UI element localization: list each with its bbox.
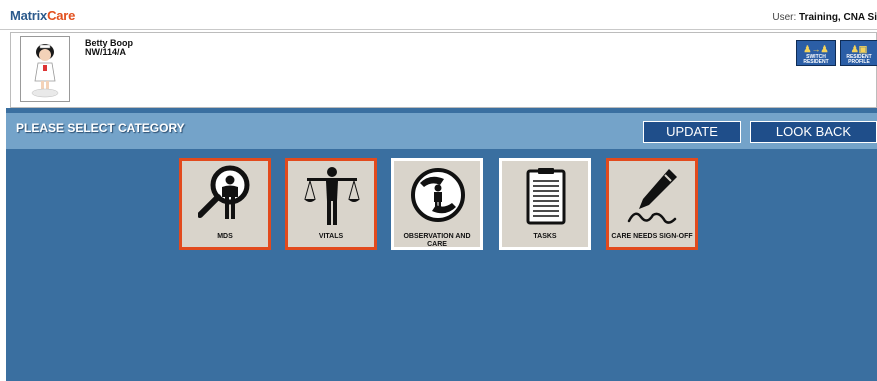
look-back-button[interactable]: LOOK BACK bbox=[750, 121, 877, 143]
resident-room: NW/114/A bbox=[85, 47, 127, 57]
resident-profile-button[interactable]: ♟▣ RESIDENT PROFILE bbox=[840, 40, 877, 66]
logo-text-matrix: Matrix bbox=[10, 8, 48, 23]
user-name: Training, CNA Si bbox=[799, 12, 877, 23]
resident-profile-icon: ♟▣ bbox=[850, 44, 868, 54]
tile-mds-label: MDS bbox=[217, 233, 233, 240]
matrixcare-logo: MatrixCare bbox=[10, 8, 75, 23]
hands-person-icon bbox=[411, 168, 465, 222]
main-panel: PLEASE SELECT CATEGORY UPDATE LOOK BACK … bbox=[6, 108, 877, 381]
resident-photo bbox=[20, 36, 70, 102]
tile-tasks[interactable]: TASKS bbox=[499, 158, 591, 250]
current-user: User: Training, CNA Si bbox=[772, 12, 877, 23]
tile-vitals[interactable]: VITALS bbox=[285, 158, 377, 250]
tile-vitals-label: VITALS bbox=[318, 233, 344, 240]
switch-resident-icon: ♟→♟ bbox=[803, 44, 829, 54]
resident-avatar-icon bbox=[31, 44, 59, 98]
pen-signature-icon bbox=[627, 169, 677, 224]
resident-card: Betty Boop NW/114/A ♟→♟ SWITCH RESIDENT … bbox=[10, 32, 877, 108]
user-label: User: bbox=[772, 12, 797, 23]
magnifier-person-icon bbox=[198, 165, 250, 219]
switch-resident-button[interactable]: ♟→♟ SWITCH RESIDENT bbox=[796, 40, 836, 66]
scale-person-icon bbox=[304, 167, 360, 225]
category-bar: PLEASE SELECT CATEGORY UPDATE LOOK BACK bbox=[6, 113, 877, 149]
resident-profile-label: RESIDENT PROFILE bbox=[846, 54, 872, 65]
update-button[interactable]: UPDATE bbox=[643, 121, 741, 143]
switch-resident-label: SWITCH RESIDENT bbox=[803, 54, 829, 65]
tile-care-needs-sign-off-label: CARE NEEDS SIGN-OFF bbox=[611, 233, 693, 240]
tile-mds[interactable]: MDS bbox=[179, 158, 271, 250]
clipboard-icon bbox=[526, 168, 566, 225]
tile-care-needs-sign-off[interactable]: CARE NEEDS SIGN-OFF bbox=[606, 158, 698, 250]
logo-text-care: Care bbox=[47, 8, 76, 23]
tile-observation-and-care-label: OBSERVATION AND CARE bbox=[403, 233, 471, 248]
top-bar: MatrixCare User: Training, CNA Si bbox=[0, 0, 877, 30]
tile-tasks-label: TASKS bbox=[533, 233, 557, 240]
tile-observation-and-care[interactable]: OBSERVATION AND CARE bbox=[391, 158, 483, 250]
category-title: PLEASE SELECT CATEGORY bbox=[16, 121, 185, 135]
